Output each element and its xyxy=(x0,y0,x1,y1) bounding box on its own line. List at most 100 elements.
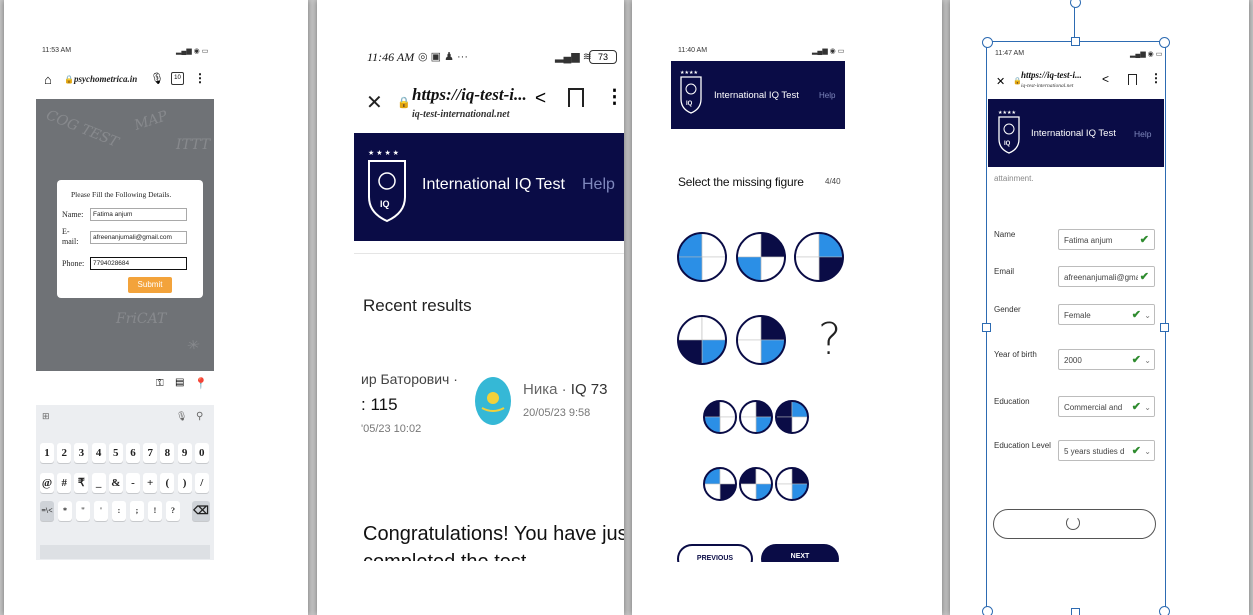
keyboard-key[interactable]: * xyxy=(58,501,72,521)
keyboard-key[interactable]: ( xyxy=(160,473,175,493)
brand-title[interactable]: International IQ Test xyxy=(422,176,565,194)
url-sub: iq-test-international.net xyxy=(1021,83,1074,89)
quiz-figure[interactable] xyxy=(775,400,809,434)
result2-name: Ника · IQ 73 xyxy=(523,381,607,398)
mic-key-icon[interactable]: 🎙 xyxy=(176,411,187,422)
check-icon: ✔ xyxy=(1131,445,1141,457)
keyboard-bottom-row[interactable] xyxy=(40,545,210,559)
keyboard-key[interactable]: 1 xyxy=(40,443,54,463)
keyboard-key[interactable]: + xyxy=(143,473,158,493)
keyboard-key[interactable]: _ xyxy=(91,473,106,493)
tabs-icon[interactable]: 10 xyxy=(171,72,184,85)
keyboard-key[interactable]: ) xyxy=(177,473,192,493)
keyboard-key[interactable]: 0 xyxy=(194,443,209,463)
quiz-figure[interactable] xyxy=(677,232,727,282)
resize-handle-top[interactable] xyxy=(1071,37,1080,46)
home-icon[interactable]: ⌂ xyxy=(44,72,52,87)
keyboard-key[interactable]: - xyxy=(126,473,140,493)
keyboard-key[interactable]: ; xyxy=(130,501,144,521)
location-icon[interactable]: 📍 xyxy=(194,377,208,390)
close-icon[interactable]: ✕ xyxy=(366,90,383,115)
chevron-down-icon[interactable]: ⌄ xyxy=(1144,397,1151,416)
keyboard-key[interactable]: @ xyxy=(40,473,54,493)
keyboard-key[interactable]: 8 xyxy=(160,443,175,463)
chevron-down-icon[interactable]: ⌄ xyxy=(1144,441,1151,460)
phone-input[interactable]: 7794028684 xyxy=(90,257,187,270)
keyboard-key[interactable]: 3 xyxy=(74,443,89,463)
keyboard-key[interactable]: 9 xyxy=(177,443,192,463)
quiz-figure[interactable] xyxy=(794,232,844,282)
quiz-figure[interactable] xyxy=(736,232,786,282)
grid-icon[interactable]: ⊞ xyxy=(42,411,50,422)
keyboard-key[interactable]: / xyxy=(194,473,209,493)
form-label: Education xyxy=(994,397,1030,406)
keyboard-key[interactable]: ' xyxy=(94,501,108,521)
resize-handle-bl[interactable] xyxy=(982,606,993,615)
chevron-down-icon[interactable]: ⌄ xyxy=(1144,350,1151,369)
quiz-figure[interactable] xyxy=(775,467,809,501)
keyboard-key[interactable]: 5 xyxy=(108,443,123,463)
status-time: 11:46 AM xyxy=(367,50,415,64)
resize-handle-tl[interactable] xyxy=(982,37,993,48)
resize-handle-bottom[interactable] xyxy=(1071,608,1080,615)
share-icon[interactable]: < xyxy=(535,88,546,110)
help-link[interactable]: Help xyxy=(582,176,615,194)
chevron-down-icon[interactable]: ⌄ xyxy=(1144,305,1151,324)
share-icon[interactable]: < xyxy=(1102,72,1109,86)
resize-handle-br[interactable] xyxy=(1159,606,1170,615)
more-icon[interactable]: ⋮ xyxy=(194,71,206,85)
keyboard-key[interactable]: ! xyxy=(148,501,162,521)
email-input[interactable]: afreenanjumali@gmail.com xyxy=(90,231,187,244)
keyboard-key[interactable]: ₹ xyxy=(74,473,89,493)
close-icon[interactable]: ✕ xyxy=(996,75,1005,88)
backspace-key[interactable]: ⌫ xyxy=(192,501,210,521)
mic-icon[interactable]: 🎙 xyxy=(150,72,164,85)
quiz-figure[interactable] xyxy=(703,400,737,434)
form-field[interactable]: Commercial and ✔ ⌄ xyxy=(1058,396,1155,417)
url-text[interactable]: psychometrica.in xyxy=(74,74,137,84)
resize-handle-tr[interactable] xyxy=(1159,37,1170,48)
keyboard-key[interactable]: " xyxy=(76,501,90,521)
more-icon[interactable]: ⋮ xyxy=(605,86,624,109)
quiz-figure[interactable] xyxy=(736,315,786,365)
submit-button[interactable]: Submit xyxy=(128,277,172,293)
key-icon[interactable]: ⚿ xyxy=(156,378,164,389)
form-label: Email xyxy=(994,267,1015,276)
keyboard-key[interactable]: : xyxy=(112,501,126,521)
bookmark-icon[interactable] xyxy=(1128,74,1137,85)
email-label-line2: mail: xyxy=(62,237,79,246)
quiz-figure[interactable] xyxy=(677,315,727,365)
keyboard-key[interactable]: 2 xyxy=(57,443,72,463)
form-field[interactable]: 5 years studies d ✔ ⌄ xyxy=(1058,440,1155,461)
keyboard-key[interactable]: ? xyxy=(166,501,180,521)
more-icon[interactable]: ⋮ xyxy=(1150,71,1162,85)
quiz-figure[interactable] xyxy=(703,467,737,501)
resize-handle-right[interactable] xyxy=(1160,323,1169,332)
quiz-figure[interactable] xyxy=(739,467,773,501)
brand-title[interactable]: International IQ Test xyxy=(1031,128,1116,139)
status-signal-icons: ▂▄▆ ◉ ▭ xyxy=(176,48,209,55)
keyboard-key[interactable]: 4 xyxy=(91,443,106,463)
keyboard-key[interactable]: 6 xyxy=(126,443,140,463)
name-input[interactable]: Fatima anjum xyxy=(90,208,187,221)
url-main[interactable]: https://iq-test-i... xyxy=(1021,70,1082,80)
keyboard-key[interactable]: 7 xyxy=(143,443,158,463)
iq-logo-icon[interactable]: ★ ★ ★ ★ IQ xyxy=(364,145,410,227)
url-main[interactable]: https://iq-test-i... xyxy=(412,85,527,105)
keyboard-key[interactable]: & xyxy=(108,473,123,493)
resize-handle-left[interactable] xyxy=(982,323,991,332)
keyboard-key[interactable]: =\< xyxy=(40,501,54,521)
form-field[interactable]: 2000 ✔ ⌄ xyxy=(1058,349,1155,370)
keyboard-key[interactable]: # xyxy=(57,473,72,493)
iq-logo-icon[interactable]: ★★★★ IQ xyxy=(996,107,1022,157)
form-field[interactable]: Female ✔ ⌄ xyxy=(1058,304,1155,325)
search-key-icon[interactable]: ⚲ xyxy=(196,411,203,422)
bookmark-icon[interactable] xyxy=(568,88,584,107)
card-icon[interactable]: ▤ xyxy=(175,377,184,388)
form-field[interactable]: Fatima anjum ✔ xyxy=(1058,229,1155,250)
help-link[interactable]: Help xyxy=(1134,129,1151,139)
rotate-handle[interactable] xyxy=(1070,0,1081,8)
form-field[interactable]: afreenanjumali@gmail ✔ xyxy=(1058,266,1155,287)
submit-loading-button[interactable] xyxy=(993,509,1156,539)
quiz-figure[interactable] xyxy=(739,400,773,434)
